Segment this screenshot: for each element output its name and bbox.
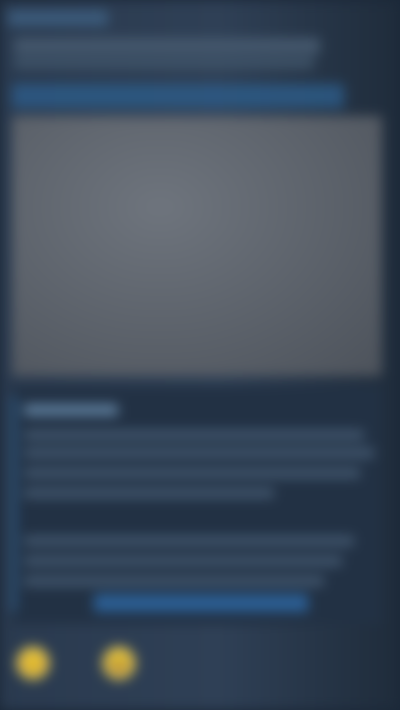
review-title [24,404,118,416]
review-accent-bar [12,396,16,612]
review-text-line [24,448,374,458]
laugh-icon[interactable]: 😆 [102,646,136,680]
smile-glyph: 😊 [20,652,46,675]
section-band [12,84,344,108]
smile-icon[interactable]: 😊 [16,646,50,680]
review-panel [12,386,382,624]
read-more-link[interactable] [94,594,308,612]
review-text-line [24,536,354,546]
screenshot-image[interactable] [12,116,382,376]
header-line-1 [14,38,320,54]
review-text-line [24,430,364,440]
screenshot-shade [12,116,382,376]
review-text-line [24,556,342,566]
review-text-line [24,468,360,478]
laugh-glyph: 😆 [106,652,132,675]
review-text-line [24,576,324,586]
header-line-2 [14,58,314,68]
review-text-line [24,488,274,498]
top-tag [8,10,108,26]
